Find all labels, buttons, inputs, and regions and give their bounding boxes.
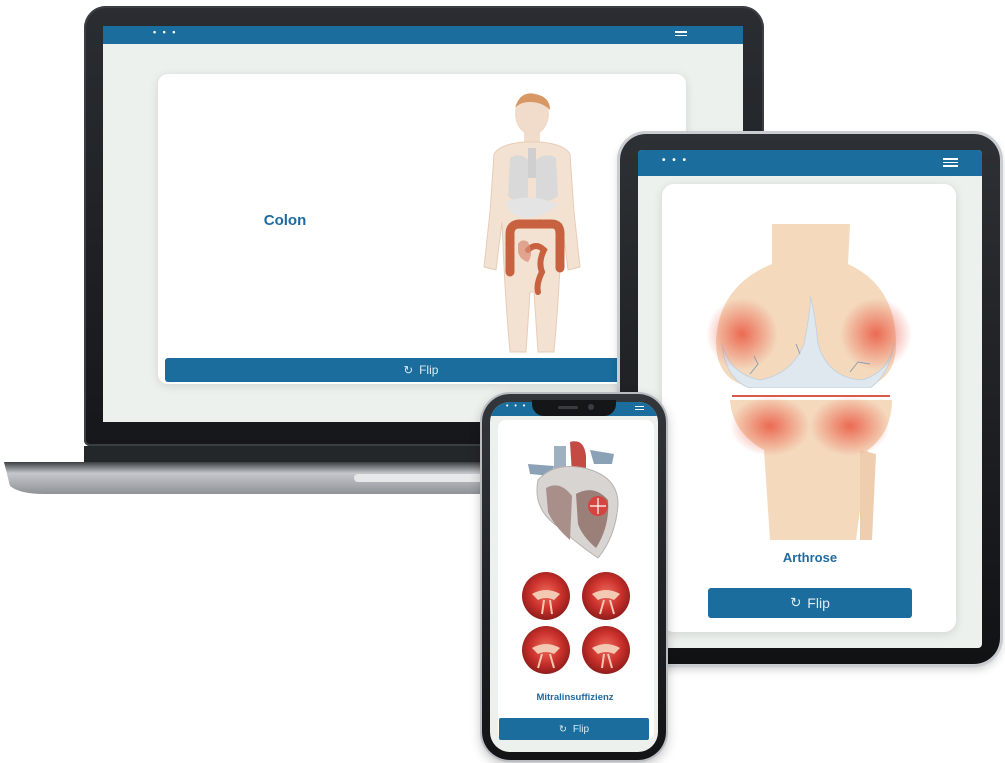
laptop-app-bar: • • • <box>103 26 743 44</box>
valve-image <box>582 572 630 620</box>
flashcard-colon <box>158 74 686 384</box>
card-title: Colon <box>263 212 307 229</box>
flip-button[interactable]: ↻ Flip <box>165 358 677 382</box>
valve-image <box>522 572 570 620</box>
mitral-valve-illustrations <box>522 572 630 674</box>
menu-icon[interactable] <box>635 406 644 412</box>
heart-illustration <box>528 441 619 559</box>
card-title: Mitralinsuffizienz <box>536 692 614 703</box>
tablet-app-bar: • • • <box>638 150 982 176</box>
menu-icon[interactable] <box>943 158 958 169</box>
knee-joint-illustration <box>706 224 912 540</box>
flip-icon: ↻ <box>790 595 802 610</box>
valve-image <box>582 626 630 674</box>
dots-icon[interactable]: • • • <box>506 403 527 410</box>
colon-anatomy-illustration <box>483 93 581 353</box>
flip-button[interactable]: ↻ Flip <box>708 588 912 618</box>
flip-button[interactable]: ↻ Flip <box>499 718 649 740</box>
phone-notch <box>532 400 616 416</box>
menu-icon[interactable] <box>675 31 687 38</box>
valve-image <box>522 626 570 674</box>
flip-button-label: Flip <box>419 363 439 377</box>
flip-icon: ↻ <box>403 365 414 377</box>
dots-icon[interactable]: • • • <box>153 27 177 37</box>
flip-icon: ↻ <box>558 723 567 735</box>
flip-button-label: Flip <box>572 723 590 735</box>
card-title: Arthrose <box>782 550 838 565</box>
flip-button-label: Flip <box>807 595 830 611</box>
dots-icon[interactable]: • • • <box>662 155 688 166</box>
